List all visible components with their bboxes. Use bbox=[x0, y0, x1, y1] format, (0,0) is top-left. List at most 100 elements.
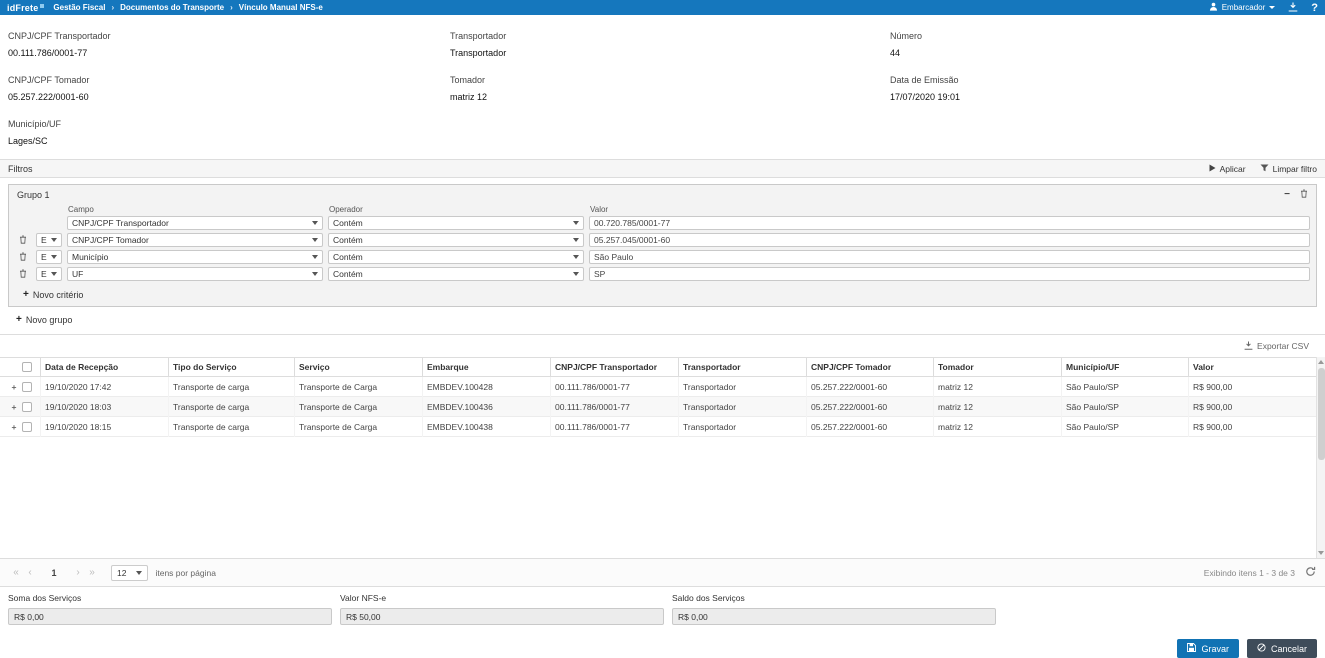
field-select[interactable]: UF bbox=[67, 267, 323, 281]
add-criterion-button[interactable]: + Novo critério bbox=[15, 284, 1310, 306]
expand-row-button[interactable]: + bbox=[6, 382, 22, 392]
operator-select[interactable]: Contém bbox=[328, 216, 584, 230]
logic-select[interactable]: E bbox=[36, 233, 62, 247]
expand-row-button[interactable]: + bbox=[6, 422, 22, 432]
field-select[interactable]: CNPJ/CPF Tomador bbox=[67, 233, 323, 247]
page-size-select[interactable]: 12 bbox=[111, 565, 148, 581]
field-value: 05.257.222/0001-60 bbox=[8, 92, 450, 102]
last-page-button[interactable]: » bbox=[85, 567, 99, 578]
total-value-input bbox=[340, 608, 664, 625]
logic-select[interactable]: E bbox=[36, 267, 62, 281]
column-header-tomador[interactable]: Tomador bbox=[933, 358, 1061, 376]
scroll-up-button[interactable] bbox=[1317, 357, 1325, 367]
filters-header: Filtros Aplicar Limpar filtro bbox=[0, 159, 1325, 178]
row-checkbox[interactable] bbox=[22, 422, 32, 432]
total-label: Valor NFS-e bbox=[340, 593, 664, 603]
column-header-municipio-uf[interactable]: Município/UF bbox=[1061, 358, 1188, 376]
cancel-label: Cancelar bbox=[1271, 644, 1307, 654]
column-header-transportador[interactable]: Transportador bbox=[678, 358, 806, 376]
next-page-button[interactable]: › bbox=[71, 567, 85, 578]
row-checkbox[interactable] bbox=[22, 382, 32, 392]
table-row[interactable]: + 19/10/2020 18:15 Transporte de carga T… bbox=[0, 417, 1325, 437]
table-row[interactable]: + 19/10/2020 18:03 Transporte de carga T… bbox=[0, 397, 1325, 417]
logic-select[interactable]: E bbox=[36, 250, 62, 264]
cell-municipio-uf: São Paulo/SP bbox=[1061, 397, 1188, 417]
delete-criterion-button[interactable] bbox=[15, 252, 31, 263]
field-cnpj-tomador: CNPJ/CPF Tomador 05.257.222/0001-60 bbox=[8, 75, 450, 102]
cell-cnpj-transportador: 00.111.786/0001-77 bbox=[550, 377, 678, 397]
chevron-right-icon: › bbox=[230, 3, 233, 12]
breadcrumb-item-documentos-transporte[interactable]: Documentos do Transporte bbox=[120, 3, 224, 12]
column-header-cnpj-tomador[interactable]: CNPJ/CPF Tomador bbox=[806, 358, 933, 376]
column-header-cnpj-transportador[interactable]: CNPJ/CPF Transportador bbox=[550, 358, 678, 376]
profile-menu[interactable]: Embarcador bbox=[1209, 2, 1276, 13]
trash-icon bbox=[19, 269, 27, 280]
breadcrumb-item-gestao-fiscal[interactable]: Gestão Fiscal bbox=[53, 3, 105, 12]
caret-down-icon bbox=[312, 221, 318, 225]
delete-criterion-button[interactable] bbox=[15, 235, 31, 246]
filter-icon bbox=[1260, 164, 1269, 174]
save-button[interactable]: Gravar bbox=[1177, 639, 1239, 658]
field-value: 44 bbox=[890, 48, 1317, 58]
breadcrumb-item-vinculo-manual: Vínculo Manual NFS-e bbox=[239, 3, 323, 12]
table-row[interactable]: + 19/10/2020 17:42 Transporte de carga T… bbox=[0, 377, 1325, 397]
trash-icon bbox=[19, 235, 27, 246]
chevron-right-icon: › bbox=[111, 3, 114, 12]
download-button[interactable] bbox=[1288, 2, 1298, 14]
prev-page-button[interactable]: ‹ bbox=[23, 567, 37, 578]
action-buttons: Gravar Cancelar bbox=[0, 633, 1325, 658]
cell-transportador: Transportador bbox=[678, 397, 806, 417]
filters-actions: Aplicar Limpar filtro bbox=[1209, 164, 1317, 174]
cancel-button[interactable]: Cancelar bbox=[1247, 639, 1317, 658]
cell-cnpj-transportador: 00.111.786/0001-77 bbox=[550, 397, 678, 417]
select-all-checkbox[interactable] bbox=[22, 362, 32, 372]
scrollbar-thumb[interactable] bbox=[1318, 368, 1325, 460]
operator-select[interactable]: Contém bbox=[328, 267, 584, 281]
caret-down-icon bbox=[573, 272, 579, 276]
field-value: 00.111.786/0001-77 bbox=[8, 48, 450, 58]
export-csv-button[interactable]: Exportar CSV bbox=[0, 335, 1325, 357]
field-select[interactable]: CNPJ/CPF Transportador bbox=[67, 216, 323, 230]
cell-tipo-servico: Transporte de carga bbox=[168, 417, 294, 437]
operator-select[interactable]: Contém bbox=[328, 250, 584, 264]
criterion-value-input[interactable] bbox=[589, 233, 1310, 247]
cell-tipo-servico: Transporte de carga bbox=[168, 377, 294, 397]
criterion-value-input[interactable] bbox=[589, 267, 1310, 281]
total-soma-servicos: Soma dos Serviços bbox=[8, 593, 332, 625]
column-header-data-recepcao[interactable]: Data de Recepção bbox=[40, 358, 168, 376]
current-page-button[interactable]: 1 bbox=[45, 568, 63, 578]
column-header-valor[interactable]: Valor bbox=[1188, 358, 1325, 376]
download-icon bbox=[1244, 341, 1253, 352]
criterion-value-input[interactable] bbox=[589, 250, 1310, 264]
first-page-button[interactable]: « bbox=[9, 567, 23, 578]
collapse-group-button[interactable]: − bbox=[1284, 191, 1290, 199]
add-group-button[interactable]: + Novo grupo bbox=[0, 307, 1325, 332]
filter-group-title: Grupo 1 bbox=[17, 190, 50, 200]
vertical-scrollbar[interactable] bbox=[1316, 357, 1325, 558]
column-header-servico[interactable]: Serviço bbox=[294, 358, 422, 376]
expand-row-button[interactable]: + bbox=[6, 402, 22, 412]
plus-icon: + bbox=[23, 289, 29, 300]
results-grid: Exportar CSV Data de Recepção Tipo do Se… bbox=[0, 334, 1325, 558]
apply-filter-button[interactable]: Aplicar bbox=[1209, 164, 1246, 174]
operator-select[interactable]: Contém bbox=[328, 233, 584, 247]
column-label-campo: Campo bbox=[67, 205, 323, 214]
delete-criterion-button[interactable] bbox=[15, 269, 31, 280]
logo-mark-icon bbox=[40, 4, 44, 8]
column-header-tipo-servico[interactable]: Tipo do Serviço bbox=[168, 358, 294, 376]
scroll-down-button[interactable] bbox=[1317, 548, 1325, 558]
filter-group: Grupo 1 − Campo Operador Valor CNPJ/CPF … bbox=[8, 184, 1317, 307]
delete-group-button[interactable] bbox=[1300, 189, 1308, 200]
column-header-embarque[interactable]: Embarque bbox=[422, 358, 550, 376]
criterion-value-input[interactable] bbox=[589, 216, 1310, 230]
field-select[interactable]: Município bbox=[67, 250, 323, 264]
help-button[interactable]: ? bbox=[1311, 2, 1318, 14]
clear-filter-button[interactable]: Limpar filtro bbox=[1260, 164, 1317, 174]
cell-cnpj-tomador: 05.257.222/0001-60 bbox=[806, 417, 933, 437]
cell-transportador: Transportador bbox=[678, 377, 806, 397]
filter-criterion-row: CNPJ/CPF Transportador Contém bbox=[15, 216, 1310, 230]
pagination-bar: « ‹ 1 › » 12 itens por página Exibindo i… bbox=[0, 558, 1325, 586]
cell-tipo-servico: Transporte de carga bbox=[168, 397, 294, 417]
refresh-button[interactable] bbox=[1305, 566, 1316, 579]
row-checkbox[interactable] bbox=[22, 402, 32, 412]
